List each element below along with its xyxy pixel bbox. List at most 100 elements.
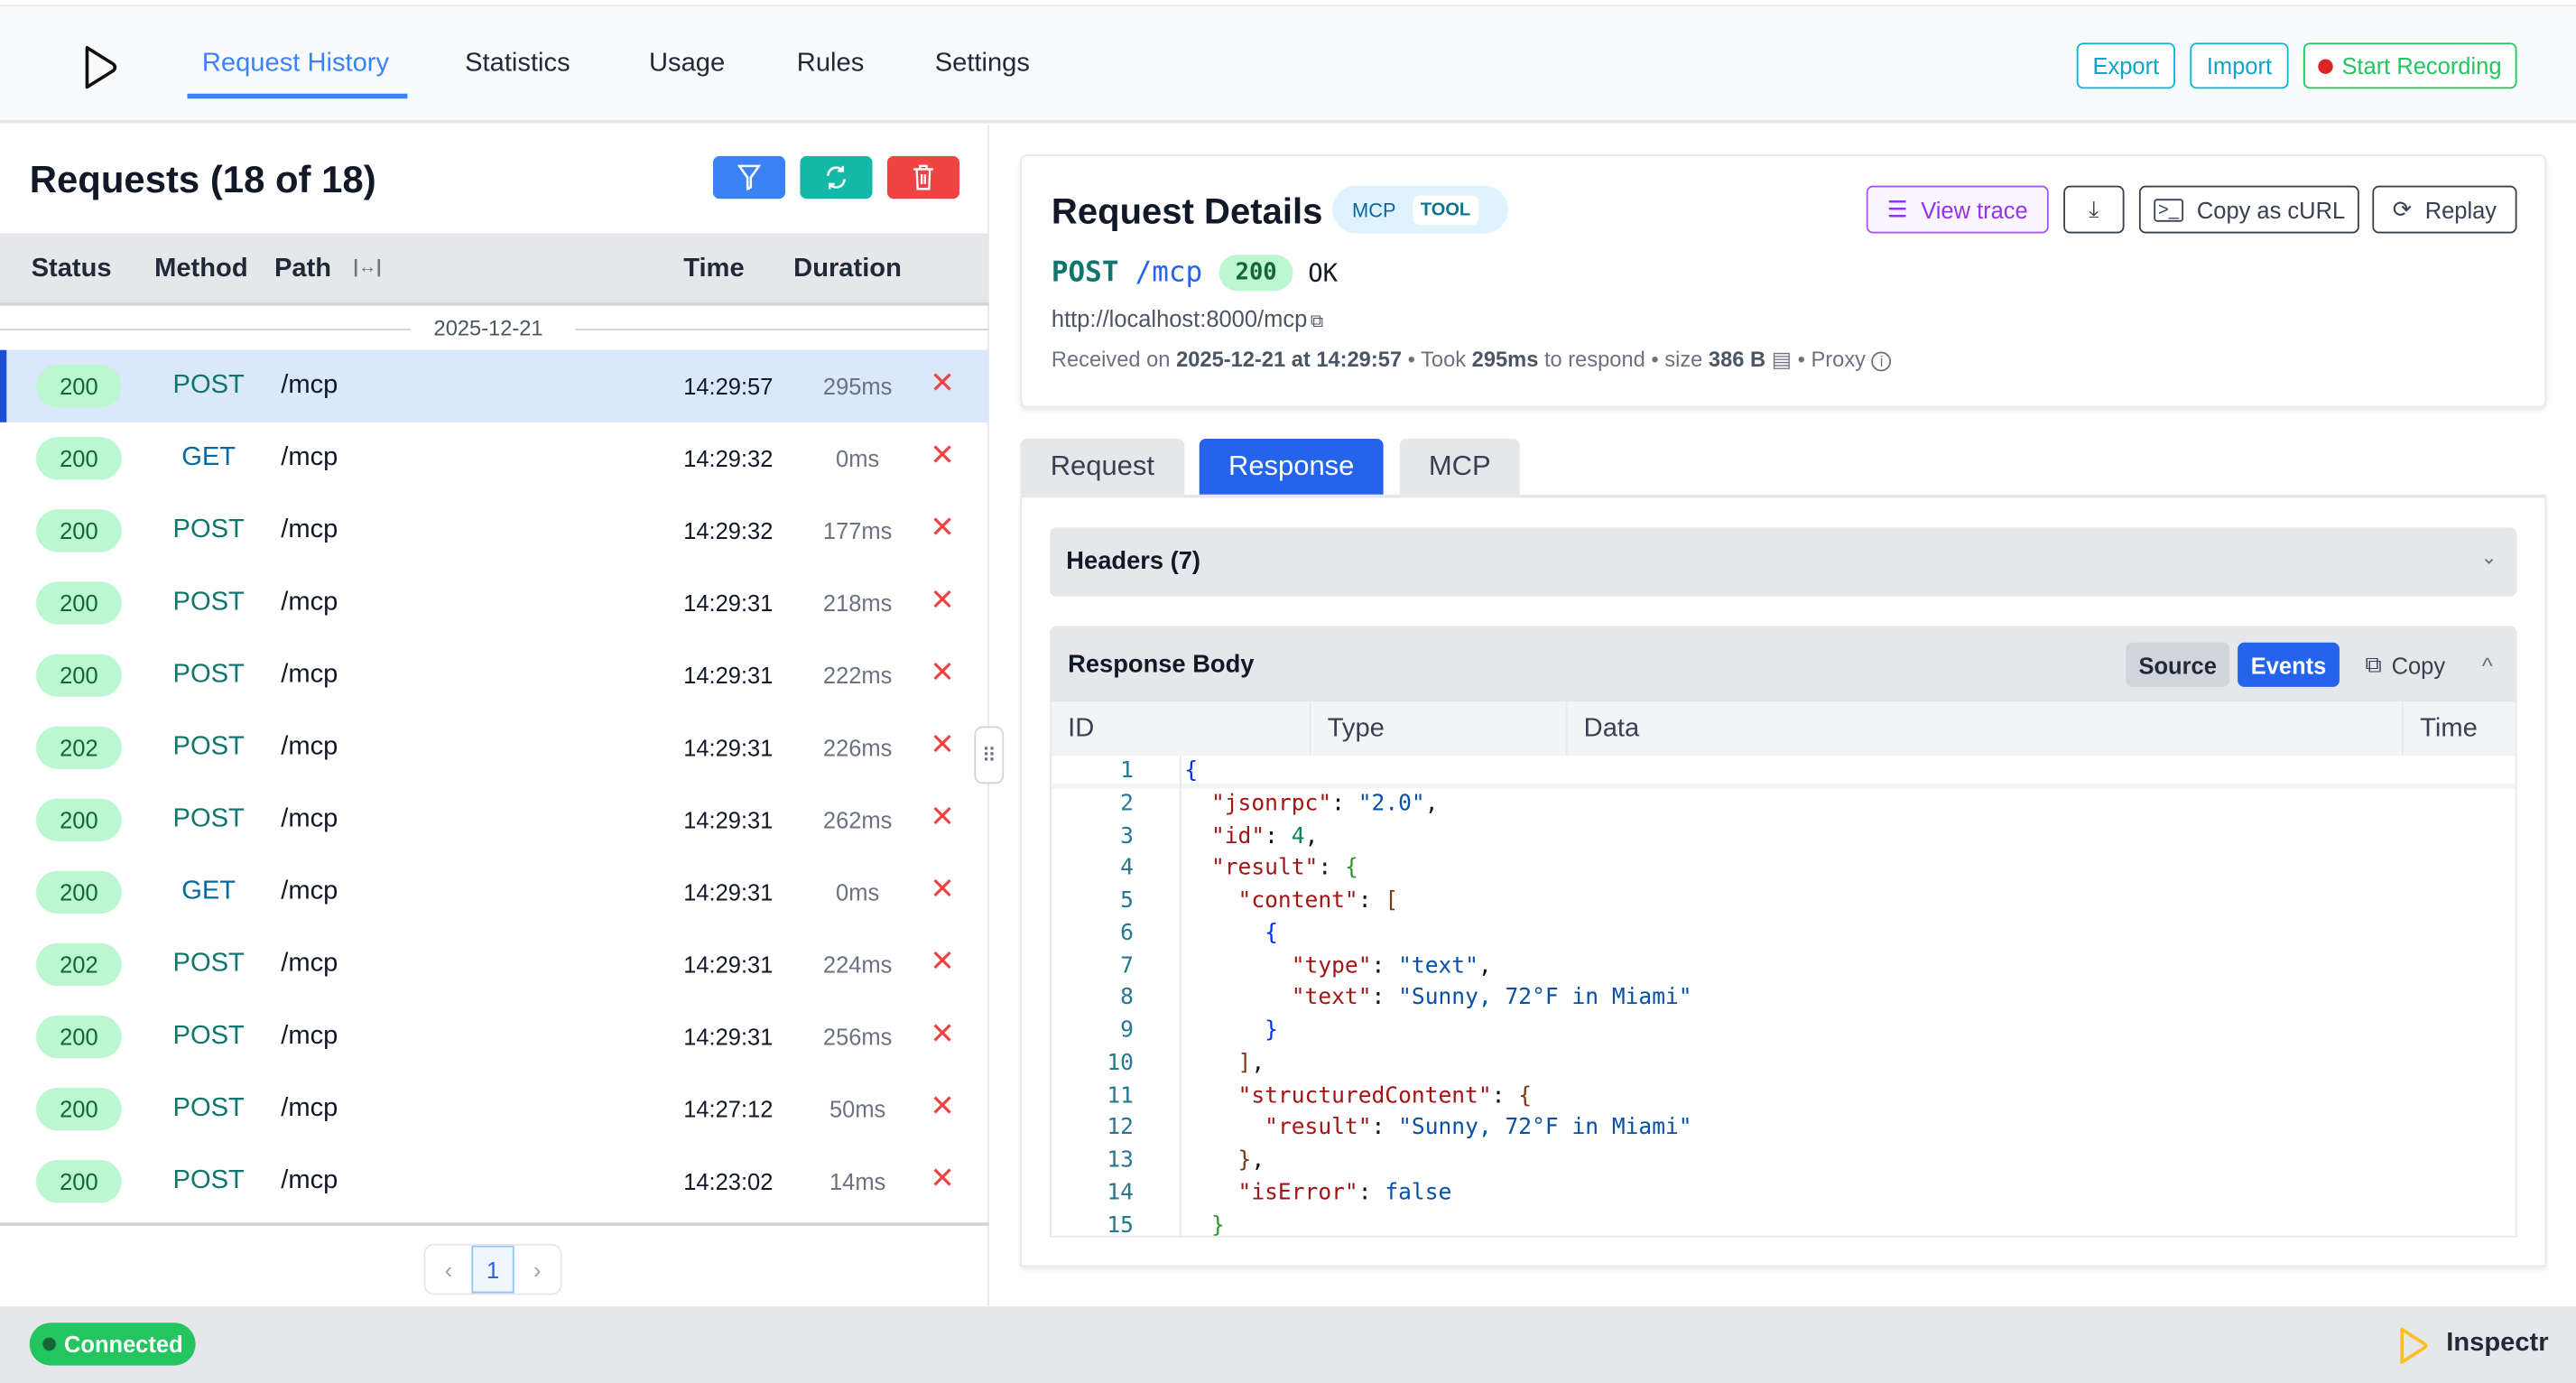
path-label: /mcp <box>281 1094 338 1124</box>
headers-section-toggle[interactable]: Headers (7) ⌄ <box>1050 527 2516 596</box>
code-token: "structuredContent" <box>1238 1082 1492 1109</box>
delete-request-icon[interactable]: ✕ <box>930 511 954 545</box>
info-icon[interactable]: i <box>1872 352 1892 372</box>
column-type: Type <box>1311 701 1568 756</box>
code-token: } <box>1238 1146 1252 1173</box>
code-line: 8 "text": "Sunny, 72°F in Miami" <box>1052 983 2517 1016</box>
delete-request-icon[interactable]: ✕ <box>930 945 954 979</box>
copy-url-icon[interactable]: ⧉ <box>1311 312 1323 332</box>
column-time[interactable]: Time <box>683 255 744 284</box>
delete-request-icon[interactable]: ✕ <box>930 1017 954 1052</box>
column-path[interactable]: Path <box>274 255 331 284</box>
tab-request[interactable]: Request <box>1020 439 1184 495</box>
line-number: 5 <box>1052 886 1134 918</box>
column-method[interactable]: Method <box>154 255 248 284</box>
copy-icon: ⧉ <box>2365 651 2381 679</box>
delete-request-icon[interactable]: ✕ <box>930 873 954 907</box>
size-detail-icon[interactable]: ▤ <box>1772 347 1792 371</box>
source-view-button[interactable]: Source <box>2126 643 2229 687</box>
table-row[interactable]: 200POST/mcp14:29:31222ms✕ <box>0 639 989 711</box>
filter-icon <box>737 164 760 190</box>
export-button[interactable]: Export <box>2077 42 2175 88</box>
duration-label: 218ms <box>809 589 907 616</box>
status-bar: Connected Inspectr <box>0 1306 2576 1383</box>
column-status[interactable]: Status <box>32 255 112 284</box>
code-content: "id": 4, <box>1180 821 1318 853</box>
table-row[interactable]: 200POST/mcp14:29:31262ms✕ <box>0 784 989 856</box>
view-trace-button[interactable]: ☰View trace <box>1867 186 2049 234</box>
column-time: Time <box>2404 701 2517 756</box>
tab-request-history[interactable]: Request History <box>202 50 389 79</box>
copy-label: Copy <box>2392 652 2445 678</box>
code-token: , <box>1478 952 1492 979</box>
path-label: /mcp <box>281 805 338 835</box>
table-row[interactable]: 200POST/mcp14:27:1250ms✕ <box>0 1073 989 1146</box>
chevron-up-icon[interactable]: ^ <box>2471 643 2504 687</box>
duration-label: 224ms <box>809 951 907 978</box>
delete-request-icon[interactable]: ✕ <box>930 728 954 762</box>
copy-body-button[interactable]: ⧉ Copy <box>2356 643 2454 687</box>
import-button[interactable]: Import <box>2190 42 2288 88</box>
code-token: 4 <box>1292 822 1305 849</box>
table-row[interactable]: 200GET/mcp14:29:320ms✕ <box>0 422 989 495</box>
delete-request-icon[interactable]: ✕ <box>930 583 954 617</box>
tab-statistics[interactable]: Statistics <box>465 50 570 79</box>
table-row[interactable]: 200POST/mcp14:29:57295ms✕ <box>0 350 989 422</box>
table-row[interactable]: 200GET/mcp14:29:310ms✕ <box>0 856 989 928</box>
replay-icon: ⟳ <box>2393 196 2412 224</box>
delete-request-icon[interactable]: ✕ <box>930 1090 954 1124</box>
panel-resize-handle[interactable]: ⠿ <box>974 727 1004 784</box>
delete-request-icon[interactable]: ✕ <box>930 655 954 690</box>
table-row[interactable]: 200POST/mcp14:29:32177ms✕ <box>0 495 989 567</box>
duration-label: 226ms <box>809 735 907 761</box>
json-code-viewer[interactable]: 1{2 "jsonrpc": "2.0",3 "id": 4,4 "result… <box>1052 756 2517 1237</box>
start-recording-button[interactable]: Start Recording <box>2303 42 2517 88</box>
delete-request-icon[interactable]: ✕ <box>930 439 954 473</box>
download-button[interactable]: ⤓ <box>2063 186 2124 234</box>
mcp-badge: MCP <box>1352 198 1396 220</box>
code-token <box>1184 887 1237 914</box>
code-token: "jsonrpc" <box>1211 790 1331 816</box>
events-view-button[interactable]: Events <box>2238 643 2340 687</box>
page-1-button[interactable]: 1 <box>471 1246 514 1294</box>
tab-usage[interactable]: Usage <box>649 50 725 79</box>
replay-button[interactable]: ⟳Replay <box>2372 186 2516 234</box>
response-body-section: Response Body Source Events ⧉Copy ^ ID T… <box>1050 626 2516 1237</box>
refresh-button[interactable] <box>800 156 872 199</box>
tab-mcp[interactable]: MCP <box>1400 439 1520 495</box>
code-content: "structuredContent": { <box>1180 1081 1532 1113</box>
tab-rules[interactable]: Rules <box>797 50 864 79</box>
status-badge: 202 <box>36 943 122 986</box>
delete-request-icon[interactable]: ✕ <box>930 800 954 834</box>
duration-label: 50ms <box>809 1096 907 1122</box>
next-page-button[interactable]: › <box>514 1246 561 1294</box>
tab-settings[interactable]: Settings <box>935 50 1030 79</box>
table-row[interactable]: 200POST/mcp14:29:31256ms✕ <box>0 1001 989 1073</box>
code-token: { <box>1184 757 1198 784</box>
code-token <box>1184 1050 1237 1076</box>
code-token: [ <box>1385 887 1398 914</box>
line-number: 6 <box>1052 918 1134 951</box>
code-content: { <box>1180 756 1198 788</box>
request-rows: 200POST/mcp14:29:57295ms✕200GET/mcp14:29… <box>0 350 989 1218</box>
code-token: "id" <box>1211 822 1265 849</box>
terminal-icon: >_ <box>2154 198 2184 220</box>
resize-column-icon[interactable]: |↔| <box>353 258 381 278</box>
copy-as-curl-button[interactable]: >_Copy as cURL <box>2139 186 2359 234</box>
filter-button[interactable] <box>713 156 785 199</box>
delete-request-icon[interactable]: ✕ <box>930 1162 954 1196</box>
tab-response[interactable]: Response <box>1200 439 1384 495</box>
delete-all-button[interactable] <box>887 156 959 199</box>
table-row[interactable]: 200POST/mcp14:29:31218ms✕ <box>0 567 989 639</box>
code-line: 3 "id": 4, <box>1052 821 2517 853</box>
delete-request-icon[interactable]: ✕ <box>930 367 954 401</box>
method-label: POST <box>158 1022 260 1052</box>
table-row[interactable]: 200POST/mcp14:23:0214ms✕ <box>0 1146 989 1218</box>
column-duration[interactable]: Duration <box>793 255 902 284</box>
code-token: } <box>1211 1211 1225 1237</box>
table-row[interactable]: 202POST/mcp14:29:31224ms✕ <box>0 928 989 1000</box>
table-row[interactable]: 202POST/mcp14:29:31226ms✕ <box>0 711 989 784</box>
pagination: ‹ 1 › <box>424 1244 562 1295</box>
prev-page-button[interactable]: ‹ <box>425 1246 471 1294</box>
line-number: 10 <box>1052 1048 1134 1081</box>
